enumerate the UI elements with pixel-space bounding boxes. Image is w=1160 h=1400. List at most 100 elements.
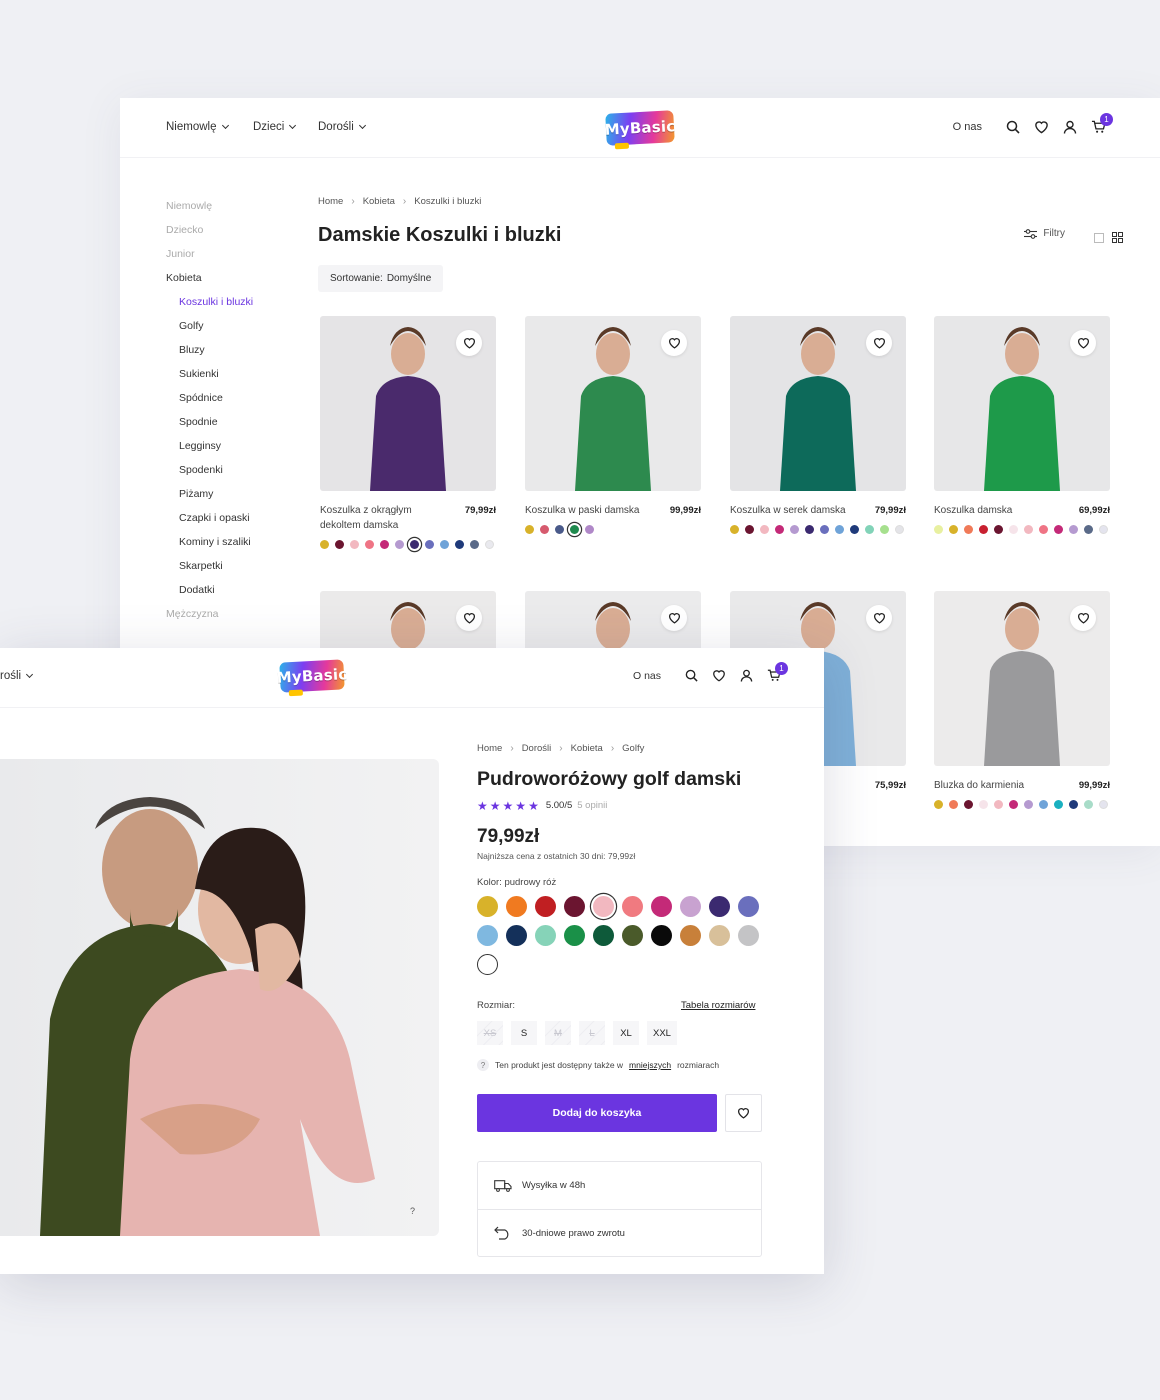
logo[interactable]: MyBasic (276, 659, 348, 693)
color-swatch[interactable] (949, 525, 958, 534)
color-option[interactable] (593, 896, 614, 917)
product-name[interactable]: Bluzka do karmienia (934, 778, 1054, 793)
color-option[interactable] (506, 896, 527, 917)
sidebar-item[interactable]: Spódnice (166, 390, 286, 414)
sidebar-item[interactable]: Kominy i szaliki (166, 534, 286, 558)
sort-dropdown[interactable]: Sortowanie: Domyślne (318, 265, 444, 292)
color-swatch[interactable] (320, 540, 329, 549)
about-link[interactable]: O nas (633, 670, 661, 682)
product-image[interactable] (525, 316, 701, 491)
grid-icon[interactable] (1112, 230, 1123, 248)
breadcrumb-item[interactable]: Kobieta (571, 743, 603, 754)
color-option[interactable] (709, 925, 730, 946)
color-option[interactable] (535, 925, 556, 946)
color-swatch[interactable] (1069, 525, 1078, 534)
color-swatch[interactable] (775, 525, 784, 534)
filters-button[interactable]: Filtry (1024, 228, 1065, 239)
color-option[interactable] (651, 896, 672, 917)
color-swatch[interactable] (540, 525, 549, 534)
color-swatch[interactable] (1009, 800, 1018, 809)
user-icon[interactable] (1063, 120, 1077, 134)
about-link[interactable]: O nas (953, 121, 982, 133)
color-swatch[interactable] (585, 525, 594, 534)
color-swatch[interactable] (790, 525, 799, 534)
color-swatch[interactable] (470, 540, 479, 549)
color-swatch[interactable] (455, 540, 464, 549)
color-option[interactable] (477, 954, 498, 975)
sidebar-item[interactable]: Piżamy (166, 486, 286, 510)
nav-dorosli[interactable]: Dorośli (318, 121, 366, 133)
size-option[interactable]: XS (477, 1021, 503, 1045)
color-swatch[interactable] (365, 540, 374, 549)
product-main-photo[interactable] (0, 759, 439, 1236)
color-swatch[interactable] (525, 525, 534, 534)
color-swatch[interactable] (1054, 800, 1063, 809)
color-swatch[interactable] (964, 525, 973, 534)
color-swatch[interactable] (425, 540, 434, 549)
color-option[interactable] (593, 925, 614, 946)
heart-icon[interactable] (712, 669, 726, 682)
wishlist-heart-button[interactable] (866, 330, 892, 356)
color-swatch[interactable] (1099, 525, 1108, 534)
color-swatch[interactable] (979, 800, 988, 809)
breadcrumb-item[interactable]: Koszulki i bluzki (414, 196, 481, 207)
color-swatch[interactable] (350, 540, 359, 549)
product-image[interactable] (934, 591, 1110, 766)
color-swatch[interactable] (820, 525, 829, 534)
breadcrumb-item[interactable]: Dorośli (522, 743, 552, 754)
sidebar-item[interactable]: Spodenki (166, 462, 286, 486)
size-option[interactable]: M (545, 1021, 571, 1045)
product-image[interactable] (934, 316, 1110, 491)
breadcrumb-item[interactable]: Home (318, 196, 343, 207)
wishlist-heart-button[interactable] (661, 605, 687, 631)
color-swatch[interactable] (395, 540, 404, 549)
color-swatch[interactable] (1009, 525, 1018, 534)
search-icon[interactable] (1006, 120, 1020, 134)
color-swatch[interactable] (835, 525, 844, 534)
size-chart-link[interactable]: Tabela rozmiarów (681, 1000, 755, 1011)
user-icon[interactable] (740, 669, 753, 682)
color-swatch[interactable] (745, 525, 754, 534)
color-option[interactable] (738, 925, 759, 946)
rating[interactable]: ★ ★ ★ ★ ★ 5.00/5 5 opinii (477, 800, 607, 812)
product-card[interactable]: Koszulka w paski damska 99,99zł (525, 316, 701, 534)
color-swatch[interactable] (979, 525, 988, 534)
color-swatch[interactable] (1084, 525, 1093, 534)
color-option[interactable] (564, 896, 585, 917)
color-swatch[interactable] (934, 800, 943, 809)
sidebar-item[interactable]: Czapki i opaski (166, 510, 286, 534)
color-swatch[interactable] (949, 800, 958, 809)
size-option[interactable]: XXL (647, 1021, 677, 1045)
wishlist-heart-button[interactable] (456, 330, 482, 356)
wishlist-heart-button[interactable] (1070, 605, 1096, 631)
size-option[interactable]: L (579, 1021, 605, 1045)
color-swatch[interactable] (380, 540, 389, 549)
color-swatch[interactable] (570, 525, 579, 534)
color-swatch[interactable] (760, 525, 769, 534)
color-swatch[interactable] (934, 525, 943, 534)
sidebar-item[interactable]: Junior (166, 246, 286, 270)
sidebar-item[interactable]: Koszulki i bluzki (166, 294, 286, 318)
nav-niemowle[interactable]: Niemowlę (166, 121, 229, 133)
breadcrumb-item[interactable]: Golfy (622, 743, 644, 754)
search-icon[interactable] (685, 669, 698, 682)
size-option[interactable]: XL (613, 1021, 639, 1045)
color-swatch[interactable] (555, 525, 564, 534)
color-swatch[interactable] (410, 540, 419, 549)
sidebar-item[interactable]: Golfy (166, 318, 286, 342)
color-option[interactable] (680, 925, 701, 946)
sidebar-item[interactable]: Bluzy (166, 342, 286, 366)
rating-count[interactable]: 5 opinii (577, 800, 607, 811)
color-swatch[interactable] (895, 525, 904, 534)
color-option[interactable] (622, 896, 643, 917)
sidebar-item[interactable]: Dodatki (166, 582, 286, 606)
color-swatch[interactable] (485, 540, 494, 549)
wishlist-button[interactable] (725, 1094, 762, 1132)
product-image[interactable] (320, 316, 496, 491)
color-swatch[interactable] (1099, 800, 1108, 809)
wishlist-heart-button[interactable] (456, 605, 482, 631)
product-card[interactable]: Koszulka z okrągłym dekoltem damska 79,99… (320, 316, 496, 549)
color-swatch[interactable] (1039, 800, 1048, 809)
product-card[interactable]: Koszulka w serek damska 79,99zł (730, 316, 906, 534)
add-to-cart-button[interactable]: Dodaj do koszyka (477, 1094, 717, 1132)
